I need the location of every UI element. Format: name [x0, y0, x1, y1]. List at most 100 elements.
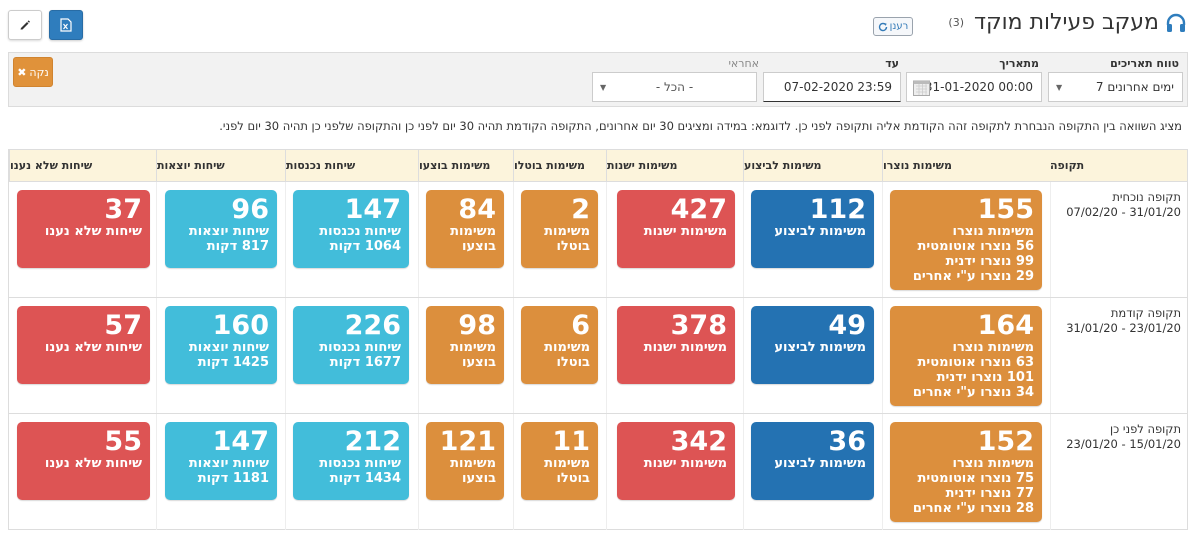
- tile-number: 378: [670, 310, 727, 341]
- tile-label: משימות נוצרו: [952, 224, 1035, 239]
- tile-done[interactable]: 84 משימות בוצעו: [426, 190, 504, 268]
- tile-to-do[interactable]: 112 משימות לביצוע: [751, 190, 874, 268]
- chevron-down-icon: ▼: [1056, 83, 1063, 92]
- tile-unanswered[interactable]: 55 שיחות שלא נענו: [17, 422, 150, 500]
- tile-label: בוטלו: [556, 355, 590, 370]
- tile-done[interactable]: 98 משימות בוצעו: [426, 306, 504, 384]
- tile-old[interactable]: 342 משימות ישנות: [617, 422, 735, 500]
- tile-number: 427: [670, 194, 727, 225]
- tile-created[interactable]: 155 משימות נוצרו 56 נוצרו אוטומטית 99 נו…: [890, 190, 1042, 290]
- tile-label: 1181 דקות: [197, 471, 269, 486]
- tile-label: משימות: [450, 456, 496, 471]
- to-label: עד: [885, 57, 899, 70]
- tile-label: שיחות יוצאות: [188, 456, 269, 471]
- pencil-icon: [20, 20, 30, 30]
- period-cell: תקופה לפני כן 15/01/20 - 23/01/20: [1066, 422, 1181, 452]
- from-label: מתאריך: [999, 57, 1039, 70]
- title-count: (3): [948, 16, 965, 29]
- tile-label: 29 נוצרו ע"י אחרים: [912, 269, 1034, 284]
- tile-number: 342: [670, 426, 727, 457]
- tile-cancelled[interactable]: 2 משימות בוטלו: [521, 190, 598, 268]
- tile-created[interactable]: 164 משימות נוצרו 63 נוצרו אוטומטית 101 נ…: [890, 306, 1042, 406]
- to-date-field[interactable]: 07-02-2020 23:59: [763, 72, 901, 102]
- tile-old[interactable]: 378 משימות ישנות: [617, 306, 735, 384]
- responsible-select[interactable]: ▼ - הכל -: [592, 72, 757, 102]
- tile-number: 147: [344, 194, 401, 225]
- tile-number: 164: [977, 310, 1034, 341]
- tile-label: בוטלו: [556, 239, 590, 254]
- tile-label: משימות נוצרו: [952, 456, 1035, 471]
- tile-label: שיחות יוצאות: [188, 340, 269, 355]
- tile-cancelled[interactable]: 6 משימות בוטלו: [521, 306, 598, 384]
- tile-number: 147: [212, 426, 269, 457]
- tile-to-do[interactable]: 36 משימות לביצוע: [751, 422, 874, 500]
- tile-incoming[interactable]: 147 שיחות נכנסות 1064 דקות: [293, 190, 409, 268]
- comparison-note: מציג השוואה בין התקופה הנבחרת לתקופה זהה…: [219, 119, 1182, 133]
- chevron-down-icon: ▼: [600, 83, 607, 92]
- column-divider: [285, 182, 286, 530]
- tile-label: משימות: [544, 456, 590, 471]
- tile-label: 817 דקות: [206, 239, 269, 254]
- refresh-button[interactable]: רענן: [873, 17, 913, 36]
- tile-number: 212: [344, 426, 401, 457]
- tile-created[interactable]: 152 משימות נוצרו 75 נוצרו אוטומטית 77 נו…: [890, 422, 1042, 522]
- edit-button[interactable]: [8, 10, 42, 40]
- tile-label: בוטלו: [556, 471, 590, 486]
- tile-number: 226: [344, 310, 401, 341]
- row-divider: [9, 297, 1187, 298]
- tile-label: שיחות שלא נענו: [44, 224, 142, 239]
- clear-label: נקה: [29, 65, 49, 79]
- excel-icon: [60, 18, 72, 32]
- tile-number: 37: [104, 194, 142, 225]
- tile-label: משימות ישנות: [643, 224, 727, 239]
- page-header: רענן מעקב פעילות מוקד (3): [0, 0, 1197, 48]
- tile-label: 1434 דקות: [329, 471, 401, 486]
- tile-cancelled[interactable]: 11 משימות בוטלו: [521, 422, 598, 500]
- tile-label: 63 נוצרו אוטומטית: [917, 355, 1034, 370]
- clear-button[interactable]: ✖ נקה: [13, 57, 53, 87]
- tile-number: 112: [809, 194, 866, 225]
- tile-number: 84: [458, 194, 496, 225]
- headphones-icon: [1166, 13, 1186, 32]
- tile-label: בוצעו: [462, 471, 496, 486]
- column-divider: [606, 182, 607, 530]
- tile-outgoing[interactable]: 96 שיחות יוצאות 817 דקות: [165, 190, 277, 268]
- tile-number: 57: [104, 310, 142, 341]
- tile-to-do[interactable]: 49 משימות לביצוע: [751, 306, 874, 384]
- tile-incoming[interactable]: 226 שיחות נכנסות 1677 דקות: [293, 306, 409, 384]
- col-header-old: משימות ישנות: [606, 150, 743, 182]
- tile-unanswered[interactable]: 57 שיחות שלא נענו: [17, 306, 150, 384]
- export-excel-button[interactable]: [49, 10, 83, 40]
- col-header-to-do: משימות לביצוע: [743, 150, 882, 182]
- tile-number: 49: [828, 310, 866, 341]
- tile-label: 1677 דקות: [329, 355, 401, 370]
- tile-old[interactable]: 427 משימות ישנות: [617, 190, 735, 268]
- tile-done[interactable]: 121 משימות בוצעו: [426, 422, 504, 500]
- tile-label: 1064 דקות: [329, 239, 401, 254]
- tile-label: 34 נוצרו ע"י אחרים: [912, 385, 1034, 400]
- tile-unanswered[interactable]: 37 שיחות שלא נענו: [17, 190, 150, 268]
- col-header-unanswered: שיחות שלא נענו: [9, 150, 156, 182]
- tile-label: 77 נוצרו ידנית: [945, 486, 1034, 501]
- tile-label: שיחות שלא נענו: [44, 456, 142, 471]
- tile-label: משימות: [544, 340, 590, 355]
- range-select[interactable]: ▼ 7 ימים אחרונים: [1048, 72, 1183, 102]
- tile-outgoing[interactable]: 147 שיחות יוצאות 1181 דקות: [165, 422, 277, 500]
- period-name: תקופה קודמת: [1110, 306, 1181, 320]
- responsible-label: אחראי: [728, 57, 759, 70]
- tile-number: 160: [212, 310, 269, 341]
- period-range: 15/01/20 - 23/01/20: [1066, 437, 1181, 451]
- from-date-field[interactable]: 31-01-2020 00:00: [906, 72, 1042, 102]
- tile-incoming[interactable]: 212 שיחות נכנסות 1434 דקות: [293, 422, 409, 500]
- col-header-created: משימות נוצרו: [882, 150, 1050, 182]
- period-name: תקופה נוכחית: [1112, 190, 1181, 204]
- tile-outgoing[interactable]: 160 שיחות יוצאות 1425 דקות: [165, 306, 277, 384]
- filter-panel: טווח תאריכים ▼ 7 ימים אחרונים מתאריך 31-…: [8, 52, 1188, 107]
- tile-number: 152: [977, 426, 1034, 457]
- column-divider: [156, 182, 157, 530]
- tile-label: 28 נוצרו ע"י אחרים: [912, 501, 1034, 516]
- tile-number: 36: [828, 426, 866, 457]
- calendar-icon: [913, 80, 930, 96]
- title-area: מעקב פעילות מוקד (3): [948, 10, 1187, 35]
- tile-number: 98: [458, 310, 496, 341]
